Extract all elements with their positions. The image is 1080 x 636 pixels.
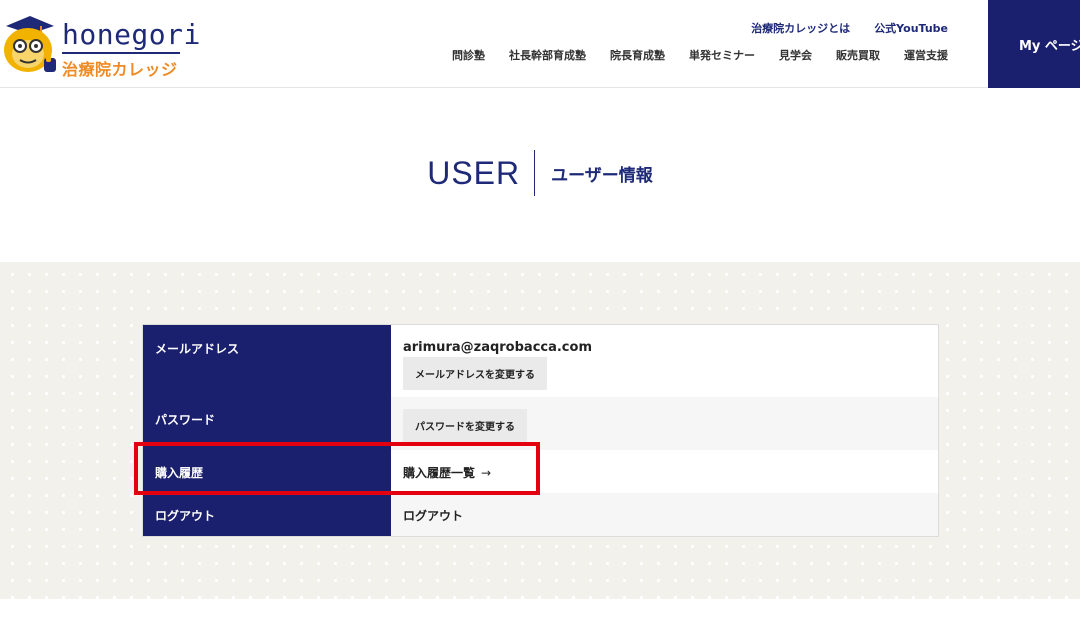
purchase-history-link[interactable]: 購入履歴一覧 → (403, 466, 491, 480)
password-value-cell: パスワードを変更する (391, 397, 938, 450)
logo-text-en: honegori (62, 18, 201, 51)
password-label: パスワード (143, 397, 391, 450)
purchase-history-link-text: 購入履歴一覧 (403, 466, 476, 480)
logout-value-cell: ログアウト (391, 493, 938, 536)
logout-label: ログアウト (143, 493, 391, 536)
user-info-table: メールアドレス arimura@zaqrobacca.com メールアドレスを変… (142, 324, 939, 537)
logout-link[interactable]: ログアウト (403, 509, 463, 523)
email-row: メールアドレス arimura@zaqrobacca.com メールアドレスを変… (143, 325, 938, 397)
nav-item-support[interactable]: 運営支援 (904, 47, 948, 63)
site-header: honegori 治療院カレッジ 治療院カレッジとは 公式YouTube 問診塾… (0, 0, 1080, 88)
logout-row: ログアウト ログアウト (143, 493, 938, 536)
page-title: USER ユーザー情報 (0, 150, 1080, 196)
logo-text-ja: 治療院カレッジ (62, 60, 178, 79)
password-row: パスワード パスワードを変更する (143, 397, 938, 450)
util-nav-youtube[interactable]: 公式YouTube (874, 20, 948, 36)
logo-underline (62, 52, 180, 54)
util-nav-about[interactable]: 治療院カレッジとは (751, 20, 850, 36)
main-nav: 問診塾 社長幹部育成塾 院長育成塾 単発セミナー 見学会 販売買取 運営支援 (452, 47, 948, 63)
nav-item-executive[interactable]: 社長幹部育成塾 (509, 47, 586, 63)
purchase-history-label: 購入履歴 (143, 450, 391, 493)
nav-item-monshin[interactable]: 問診塾 (452, 47, 485, 63)
email-value-cell: arimura@zaqrobacca.com メールアドレスを変更する (391, 325, 938, 397)
mypage-button[interactable]: My ページ (988, 0, 1080, 88)
email-value: arimura@zaqrobacca.com (403, 340, 592, 355)
change-email-button[interactable]: メールアドレスを変更する (403, 357, 547, 390)
change-password-button[interactable]: パスワードを変更する (403, 409, 527, 442)
nav-item-director[interactable]: 院長育成塾 (610, 47, 665, 63)
site-logo[interactable]: honegori 治療院カレッジ (0, 8, 201, 79)
nav-item-seminar[interactable]: 単発セミナー (689, 47, 755, 63)
email-label: メールアドレス (143, 325, 391, 397)
nav-item-tour[interactable]: 見学会 (779, 47, 812, 63)
purchase-history-value-cell: 購入履歴一覧 → (391, 450, 938, 493)
gorilla-mascot-icon (4, 16, 56, 72)
utility-nav: 治療院カレッジとは 公式YouTube (751, 20, 948, 36)
page-title-ja: ユーザー情報 (551, 165, 653, 186)
nav-item-trade[interactable]: 販売買取 (836, 47, 880, 63)
arrow-right-icon: → (481, 466, 492, 480)
page-title-en: USER (427, 154, 521, 191)
purchase-history-row: 購入履歴 購入履歴一覧 → (143, 450, 938, 493)
